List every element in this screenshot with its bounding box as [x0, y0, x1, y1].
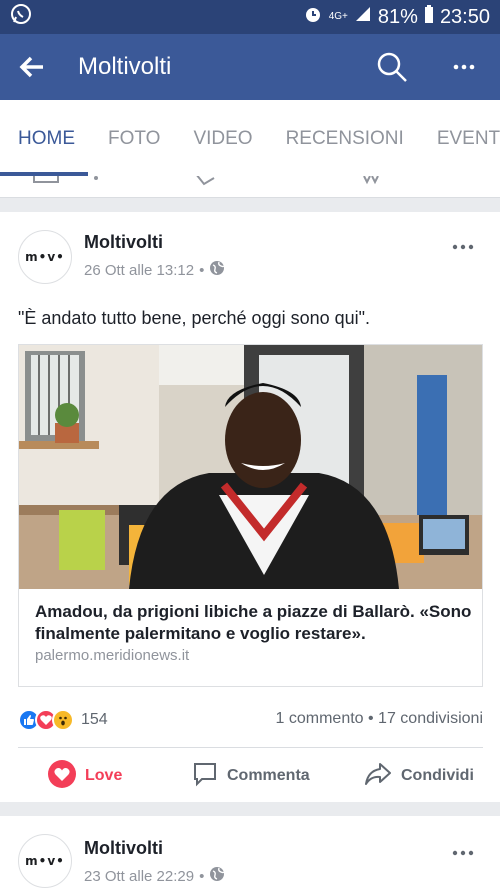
share-label: Condividi [401, 767, 474, 784]
clock: 23:50 [439, 5, 490, 28]
search-icon[interactable] [356, 34, 428, 100]
avatar[interactable]: m•v• [18, 834, 72, 888]
more-icon[interactable] [428, 34, 500, 100]
feed-separator [0, 198, 500, 212]
back-arrow-icon[interactable] [0, 34, 64, 100]
network-type: 4G+ [328, 11, 348, 22]
comment-button[interactable]: Commenta [192, 761, 310, 792]
whatsapp-icon [10, 3, 32, 31]
post-meta: 26 Ott alle 13:12 • [84, 260, 225, 280]
reaction-count: 154 [81, 711, 108, 728]
meta-separator: • [199, 261, 205, 279]
divider [18, 747, 483, 748]
tab-eventi[interactable]: EVENTI [437, 128, 500, 150]
status-bar: 4G+ 81% 23:50 [0, 0, 500, 34]
share-icon [364, 761, 392, 792]
post-options-icon[interactable] [452, 840, 474, 861]
post-card: m•v• Moltivolti 23 Ott alle 22:29 • [0, 816, 500, 889]
post-author[interactable]: Moltivolti [84, 838, 163, 859]
post-meta: 23 Ott alle 22:29 • [84, 866, 225, 886]
post-date[interactable]: 23 Ott alle 22:29 [84, 868, 194, 885]
love-button[interactable]: Love [48, 759, 123, 793]
link-preview[interactable]: Amadou, da prigioni libiche a piazze di … [18, 344, 483, 687]
cropped-icon-row [0, 176, 500, 196]
avatar[interactable]: m•v• [18, 230, 72, 284]
globe-icon [209, 260, 225, 280]
post-card: m•v• Moltivolti 26 Ott alle 13:12 • "È a… [0, 212, 500, 802]
link-image[interactable] [19, 345, 482, 589]
battery-icon [424, 4, 434, 30]
love-label: Love [85, 767, 123, 784]
post-options-icon[interactable] [452, 234, 474, 255]
comment-icon [192, 761, 218, 792]
alarm-icon [303, 4, 323, 30]
post-date[interactable]: 26 Ott alle 13:12 [84, 262, 194, 279]
tab-bar: HOME FOTO VIDEO RECENSIONI EVENTI [0, 100, 500, 198]
tab-home[interactable]: HOME [18, 128, 75, 150]
app-bar: Moltivolti [0, 34, 500, 100]
share-button[interactable]: Condividi [364, 761, 474, 792]
post-actions: Love Commenta Condividi [0, 752, 500, 800]
reaction-summary[interactable]: 154 [18, 709, 108, 731]
comment-label: Commenta [227, 767, 310, 784]
signal-icon [354, 5, 372, 29]
feed-separator [0, 802, 500, 816]
avatar-text: m•v• [25, 854, 65, 868]
wow-icon [52, 709, 74, 731]
tab-foto[interactable]: FOTO [108, 128, 160, 150]
post-text: "È andato tutto bene, perché oggi sono q… [18, 308, 371, 328]
link-title[interactable]: Amadou, da prigioni libiche a piazze di … [35, 601, 475, 645]
comments-shares-count[interactable]: 1 commento • 17 condivisioni [276, 710, 483, 728]
tab-video[interactable]: VIDEO [193, 128, 252, 150]
meta-separator: • [199, 867, 205, 885]
link-domain: palermo.meridionews.it [35, 647, 190, 664]
tab-recensioni[interactable]: RECENSIONI [286, 128, 404, 150]
love-icon [48, 759, 76, 793]
globe-icon [209, 866, 225, 886]
post-author[interactable]: Moltivolti [84, 232, 163, 253]
page-title: Moltivolti [78, 53, 172, 80]
avatar-text: m•v• [25, 250, 65, 264]
battery-percent: 81% [377, 5, 418, 28]
